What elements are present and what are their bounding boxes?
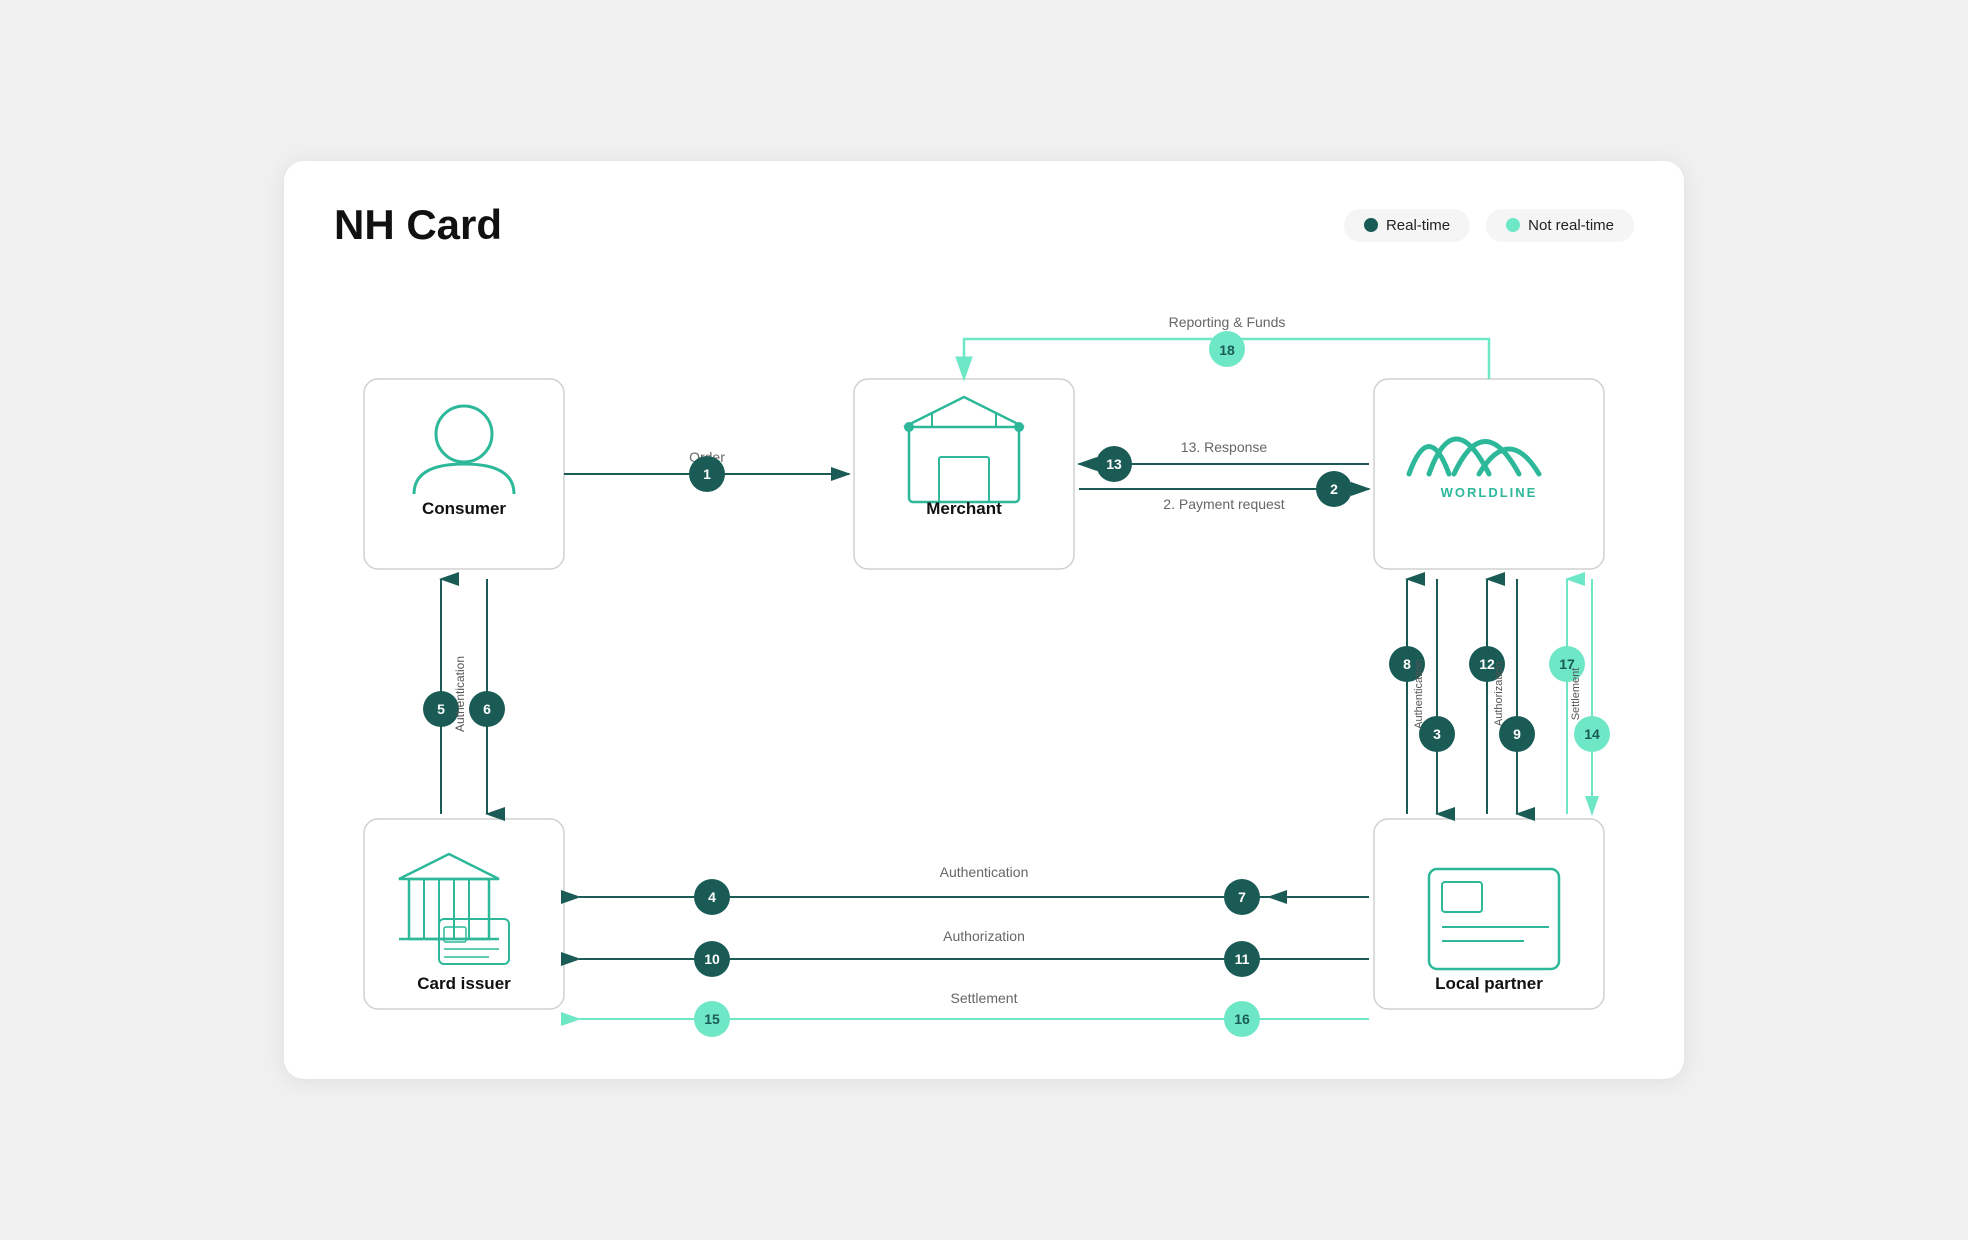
auth-vertical-label: Authentication (453, 656, 467, 732)
svg-text:3: 3 (1433, 726, 1441, 742)
svg-text:15: 15 (704, 1011, 720, 1027)
merchant-label: Merchant (926, 499, 1002, 518)
svg-text:16: 16 (1234, 1011, 1250, 1027)
diagram-svg: Consumer Merchant WORLDLINE (334, 279, 1634, 1039)
auth-horiz-label: Authentication (940, 864, 1029, 880)
svg-text:1: 1 (703, 466, 711, 482)
authz-horiz-label: Authorization (943, 928, 1025, 944)
legend-not-realtime: Not real-time (1486, 209, 1634, 242)
svg-text:11: 11 (1235, 951, 1250, 967)
payment-request-label: 2. Payment request (1163, 496, 1285, 512)
consumer-label: Consumer (422, 499, 506, 518)
reporting-funds-label: Reporting & Funds (1169, 314, 1286, 330)
svg-text:4: 4 (708, 889, 716, 905)
settle-horiz-label: Settlement (951, 990, 1018, 1006)
legend: Real-time Not real-time (1344, 209, 1634, 242)
card-issuer-label: Card issuer (417, 974, 511, 993)
response-label: 13. Response (1181, 439, 1268, 455)
merchant-box (854, 379, 1074, 569)
local-partner-label: Local partner (1435, 974, 1543, 993)
realtime-dot (1364, 218, 1378, 232)
svg-text:7: 7 (1238, 889, 1246, 905)
worldline-logo-text: WORLDLINE (1441, 485, 1538, 500)
realtime-label: Real-time (1386, 217, 1450, 234)
svg-text:9: 9 (1513, 726, 1521, 742)
page-title: NH Card (334, 201, 502, 249)
main-diagram: Consumer Merchant WORLDLINE (334, 279, 1634, 1039)
not-realtime-label: Not real-time (1528, 217, 1614, 234)
svg-text:10: 10 (704, 951, 720, 967)
svg-text:2: 2 (1330, 481, 1338, 497)
svg-text:18: 18 (1219, 342, 1235, 358)
diagram-container: NH Card Real-time Not real-time Consumer (284, 161, 1684, 1079)
svg-text:5: 5 (437, 701, 445, 717)
svg-text:8: 8 (1403, 656, 1411, 672)
legend-realtime: Real-time (1344, 209, 1470, 242)
not-realtime-dot (1506, 218, 1520, 232)
svg-text:13: 13 (1106, 456, 1122, 472)
authz-right-label: Authorization (1493, 662, 1505, 726)
auth-right-label: Authentication (1413, 659, 1425, 729)
svg-text:6: 6 (483, 701, 491, 717)
header: NH Card Real-time Not real-time (334, 201, 1634, 249)
svg-text:14: 14 (1584, 726, 1600, 742)
settle-right-label: Settlement (1570, 668, 1582, 721)
